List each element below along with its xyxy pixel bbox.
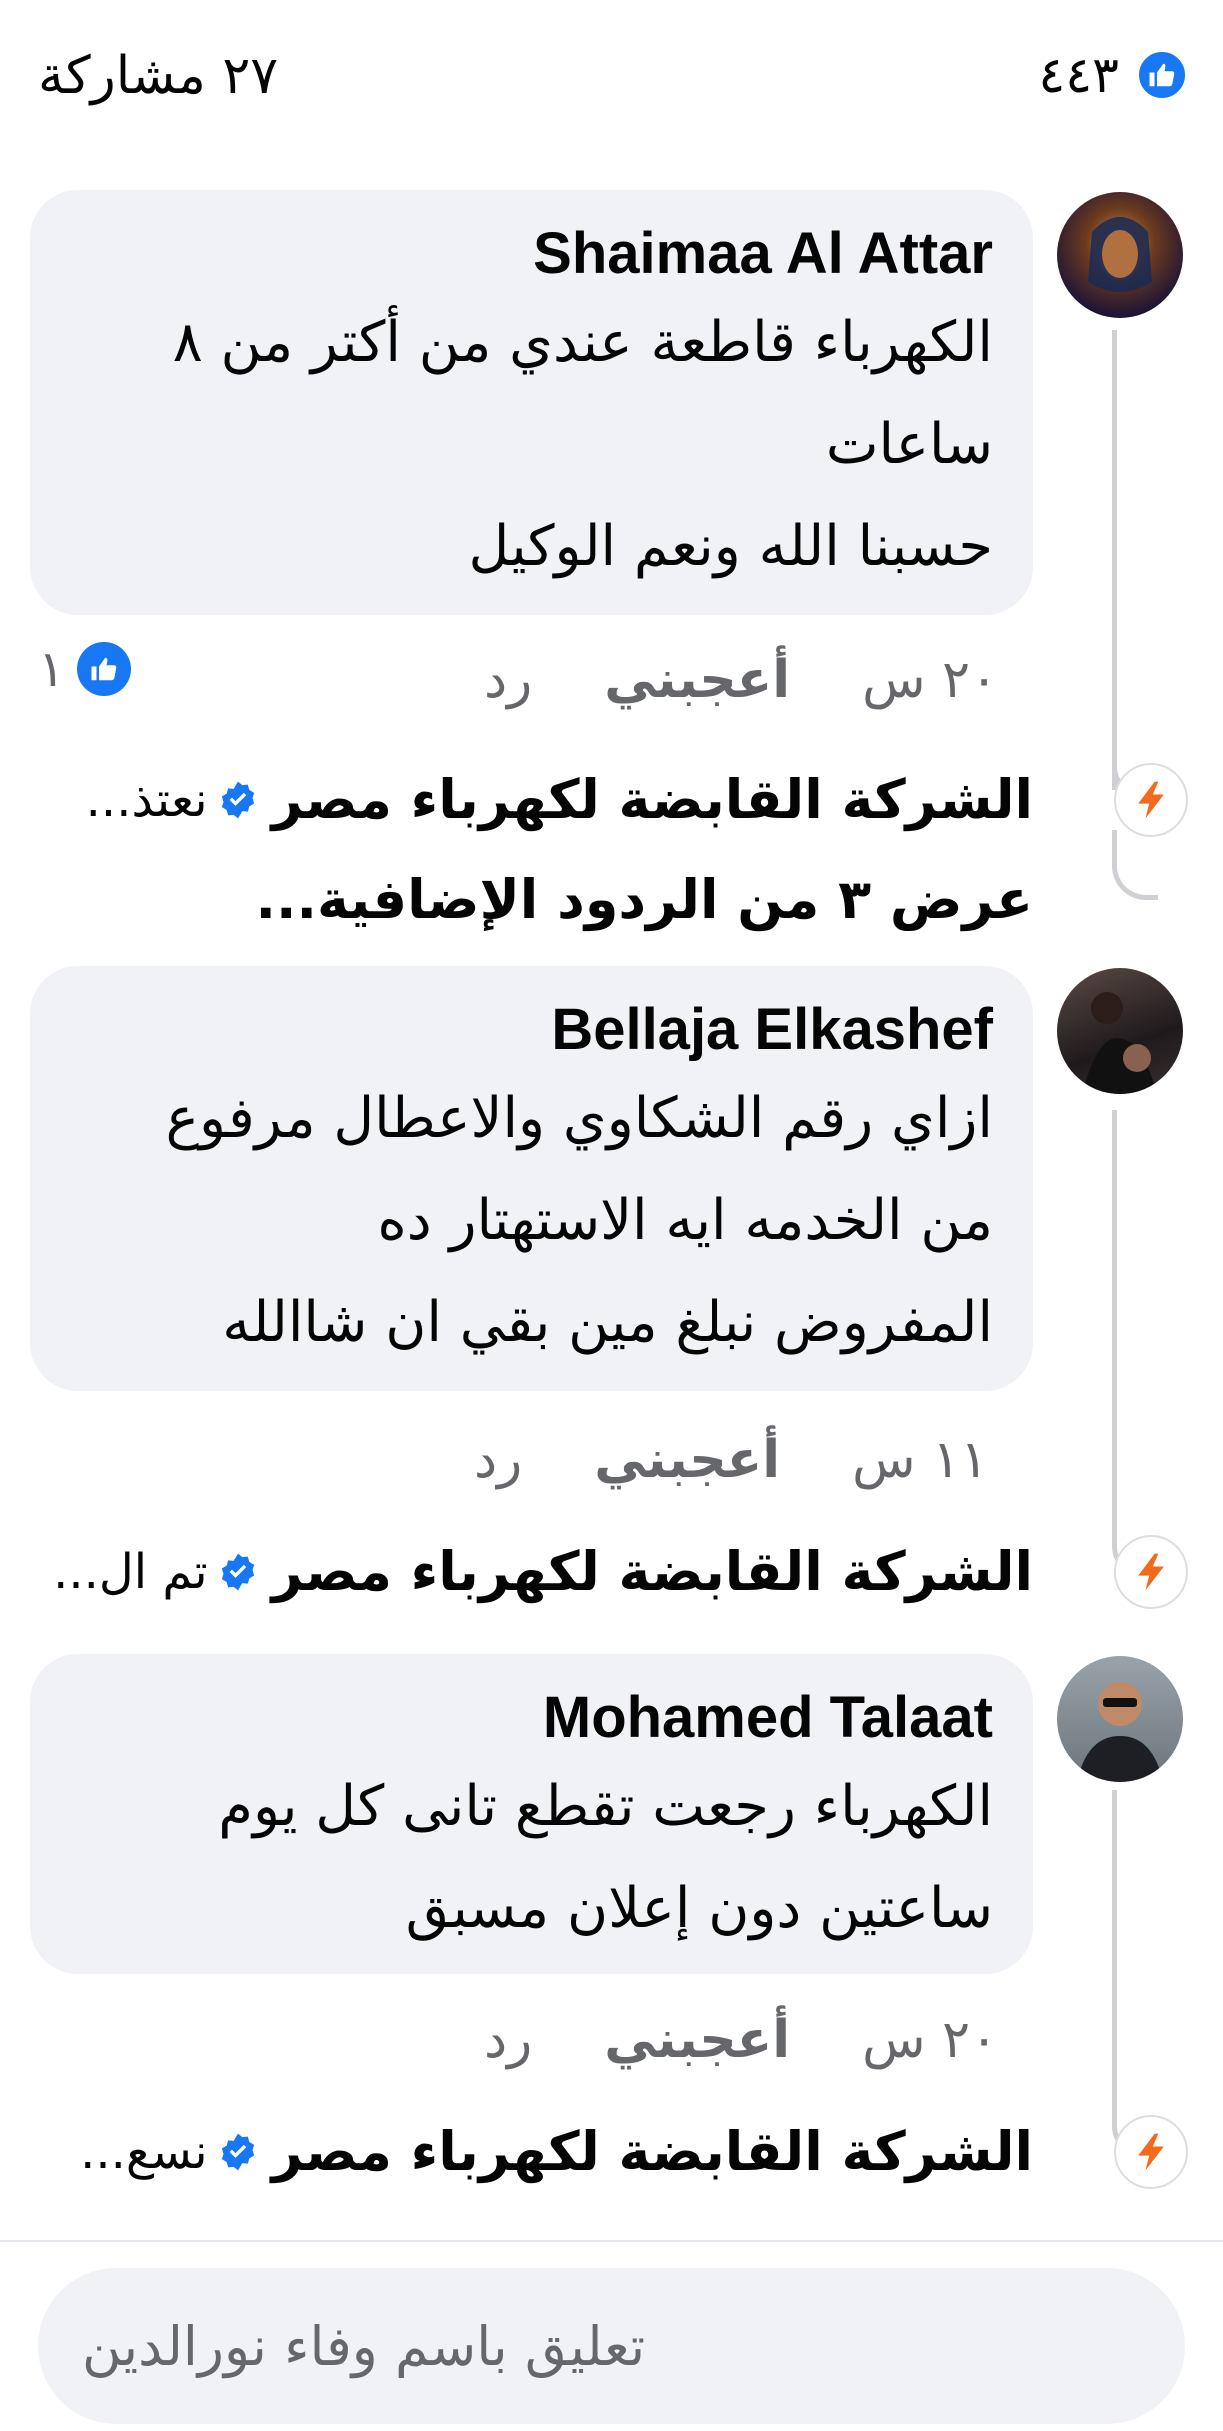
view-more-replies-link[interactable]: عرض ٣ من الردود الإضافية... <box>255 868 1033 931</box>
shares-count[interactable]: ٢٧ مشاركة <box>38 46 278 106</box>
comment-actions: ١١ س أعجبني رد <box>402 1430 988 1490</box>
comment-actions: ٢٠ س أعجبني رد <box>412 650 998 710</box>
post-stats-bar: ٤٤٣ ٢٧ مشاركة <box>0 0 1223 170</box>
verified-badge-icon <box>221 781 254 818</box>
like-button[interactable]: أعجبني <box>604 650 790 710</box>
thread-line <box>1112 330 1117 790</box>
reaction-count-text: ١ <box>38 640 65 698</box>
verified-badge-icon <box>221 2133 254 2170</box>
like-button[interactable]: أعجبني <box>594 1430 780 1490</box>
reply-preview[interactable]: الشركة القابضة لكهرباء مصر تم ال... <box>3 1534 1188 1609</box>
comment-author[interactable]: Shaimaa Al Attar <box>70 216 993 292</box>
avatar[interactable] <box>1057 1656 1183 1782</box>
like-button[interactable]: أعجبني <box>604 2010 790 2070</box>
comment-bubble: Bellaja Elkashef ازاي رقم الشكاوي والاعط… <box>30 966 1033 1391</box>
reply-button[interactable]: رد <box>474 1430 522 1490</box>
comment-text-line: ساعات <box>825 412 993 477</box>
reactions-count: ٤٤٣ <box>1038 46 1119 104</box>
comment-text-line: الكهرباء قاطعة عندي من أكتر من ٨ <box>172 310 993 375</box>
comment-time[interactable]: ٢٠ س <box>862 2010 998 2070</box>
comment-text-line: الكهرباء رجعت تقطع تانى كل يوم <box>218 1774 993 1839</box>
reply-snippet: نعتذ... <box>85 771 208 828</box>
thread-line <box>1112 1110 1117 1530</box>
avatar[interactable] <box>1057 968 1183 1094</box>
thread-line <box>1112 1790 1117 2120</box>
page-avatar <box>1114 2114 1188 2189</box>
verified-badge-icon <box>221 1553 254 1590</box>
reply-author[interactable]: الشركة القابضة لكهرباء مصر <box>272 1540 1033 1603</box>
comment-text-line: من الخدمه ايه الاستهتار ده <box>377 1188 993 1253</box>
like-reaction-icon <box>76 642 131 696</box>
comment-text-line: ازاي رقم الشكاوي والاعطال مرفوع <box>165 1086 993 1151</box>
comment-bubble: Shaimaa Al Attar الكهرباء قاطعة عندي من … <box>30 190 1033 615</box>
reactions-summary[interactable]: ٤٤٣ <box>1038 46 1189 104</box>
like-reaction-icon <box>1135 48 1189 102</box>
comment-reaction-count[interactable]: ١ <box>38 640 131 698</box>
reply-snippet: تم ال... <box>53 1543 208 1600</box>
comment-composer-bar: تعليق باسم وفاء نورالدين <box>0 2240 1223 2431</box>
reply-preview[interactable]: الشركة القابضة لكهرباء مصر نعتذ... <box>13 762 1188 837</box>
reply-snippet: نسع... <box>80 2123 208 2180</box>
comment-author[interactable]: Bellaja Elkashef <box>70 992 993 1068</box>
reply-author[interactable]: الشركة القابضة لكهرباء مصر <box>272 2120 1033 2183</box>
reply-button[interactable]: رد <box>484 2010 532 2070</box>
comment-time[interactable]: ١١ س <box>852 1430 988 1490</box>
thread-connector <box>1112 830 1158 900</box>
page-avatar <box>1114 762 1188 837</box>
comment-text-line: المفروض نبلغ مين بقي ان شاالله <box>222 1290 993 1355</box>
reply-preview[interactable]: الشركة القابضة لكهرباء مصر نسع... <box>13 2114 1188 2189</box>
reply-author[interactable]: الشركة القابضة لكهرباء مصر <box>272 768 1033 831</box>
avatar[interactable] <box>1057 192 1183 318</box>
comment-bubble: Mohamed Talaat الكهرباء رجعت تقطع تانى ك… <box>30 1654 1033 1974</box>
comment-input-placeholder: تعليق باسم وفاء نورالدين <box>82 2314 646 2378</box>
comment-author[interactable]: Mohamed Talaat <box>70 1680 993 1756</box>
comment-text-line: حسبنا الله ونعم الوكيل <box>468 514 993 579</box>
comment-input[interactable]: تعليق باسم وفاء نورالدين <box>38 2268 1185 2424</box>
comment-text-line: ساعتين دون إعلان مسبق <box>405 1876 993 1941</box>
page-avatar <box>1114 1534 1188 1609</box>
reply-button[interactable]: رد <box>484 650 532 710</box>
comment-actions: ٢٠ س أعجبني رد <box>412 2010 998 2070</box>
comment-time[interactable]: ٢٠ س <box>862 650 998 710</box>
